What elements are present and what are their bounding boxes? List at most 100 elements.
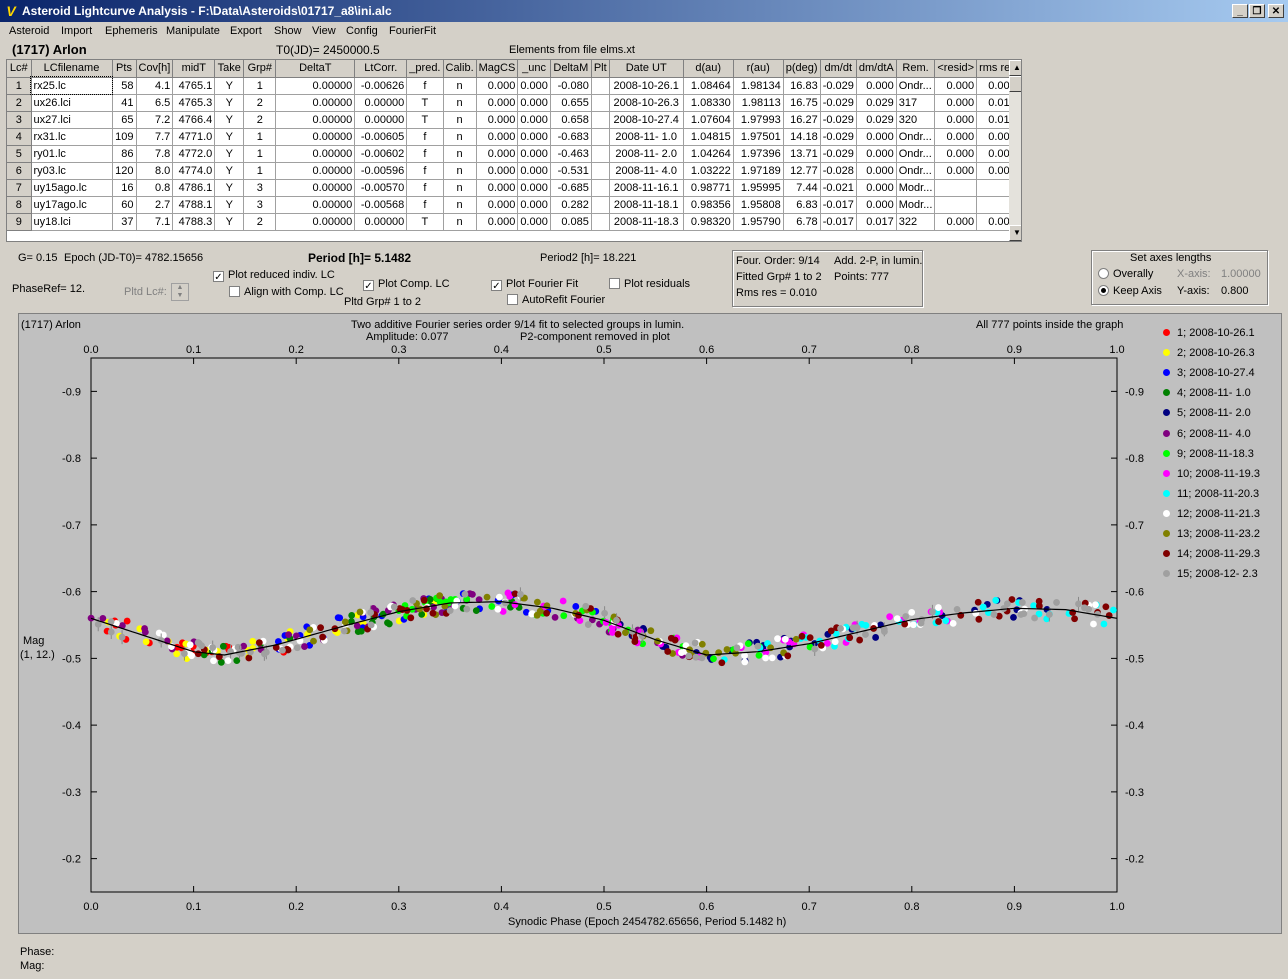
table-cell[interactable]: 0.98356 bbox=[683, 196, 734, 214]
table-cell[interactable]: 0.000 bbox=[934, 111, 978, 129]
table-cell[interactable]: 4766.4 bbox=[172, 111, 216, 129]
menu-show[interactable]: Show bbox=[274, 25, 302, 37]
table-cell[interactable]: 109 bbox=[112, 128, 137, 146]
menu-asteroid[interactable]: Asteroid bbox=[9, 25, 49, 37]
table-cell[interactable]: 1.95995 bbox=[733, 179, 784, 197]
table-cell[interactable]: 0.00000 bbox=[275, 128, 356, 146]
scroll-down-icon[interactable]: ▼ bbox=[1009, 225, 1021, 241]
table-cell[interactable]: 0.029 bbox=[856, 111, 897, 129]
table-cell[interactable]: 2.7 bbox=[136, 196, 174, 214]
table-cell[interactable]: 2 bbox=[243, 94, 277, 112]
table-cell[interactable]: 0.000 bbox=[934, 128, 978, 146]
table-cell[interactable]: 16.83 bbox=[783, 77, 821, 95]
table-cell[interactable] bbox=[591, 128, 610, 146]
table-cell[interactable]: 4765.1 bbox=[172, 77, 216, 95]
table-cell[interactable] bbox=[591, 77, 610, 95]
table-cell[interactable]: Modr... bbox=[896, 179, 936, 197]
table-cell[interactable]: 2008-11-18.1 bbox=[609, 196, 684, 214]
table-cell[interactable]: Y bbox=[214, 162, 245, 180]
column-header[interactable]: Rem. bbox=[896, 60, 936, 78]
x-axis-value[interactable]: 1.00000 bbox=[1221, 268, 1261, 280]
table-cell[interactable]: 0.000 bbox=[517, 111, 551, 129]
autorefit-checkbox[interactable]: AutoRefit Fourier bbox=[507, 294, 605, 306]
table-cell[interactable]: Y bbox=[214, 77, 245, 95]
table-cell[interactable]: 7.7 bbox=[136, 128, 174, 146]
table-cell[interactable]: 0.00000 bbox=[354, 213, 408, 231]
table-cell[interactable]: -0.00602 bbox=[354, 145, 408, 163]
column-header[interactable]: DeltaT bbox=[275, 60, 356, 78]
table-cell[interactable]: 1.97501 bbox=[733, 128, 784, 146]
table-cell[interactable]: Y bbox=[214, 128, 245, 146]
table-cell[interactable]: 0.00000 bbox=[275, 77, 356, 95]
radio-icon[interactable] bbox=[1098, 268, 1109, 279]
table-cell[interactable]: 0.017 bbox=[856, 213, 897, 231]
table-cell[interactable]: -0.683 bbox=[550, 128, 592, 146]
table-cell[interactable]: 60 bbox=[112, 196, 137, 214]
column-header[interactable]: MagCS bbox=[476, 60, 519, 78]
table-cell[interactable]: 0.000 bbox=[856, 196, 897, 214]
table-cell[interactable]: f bbox=[406, 162, 444, 180]
table-cell[interactable]: Y bbox=[214, 213, 245, 231]
table-cell[interactable]: Ondr... bbox=[896, 162, 936, 180]
overall-radio[interactable]: Overally bbox=[1098, 268, 1153, 280]
table-cell[interactable]: n bbox=[443, 145, 477, 163]
table-cell[interactable]: 1.97189 bbox=[733, 162, 784, 180]
table-cell[interactable]: 0.000 bbox=[517, 77, 551, 95]
table-cell[interactable]: -0.017 bbox=[820, 196, 857, 214]
table-cell[interactable]: 4788.3 bbox=[172, 213, 216, 231]
column-header[interactable]: Pts bbox=[112, 60, 137, 78]
table-cell[interactable]: -0.00570 bbox=[354, 179, 408, 197]
table-cell[interactable]: 0.000 bbox=[517, 128, 551, 146]
table-cell[interactable]: 0.000 bbox=[476, 145, 519, 163]
table-cell[interactable]: 0.000 bbox=[476, 128, 519, 146]
table-cell[interactable]: ry03.lc bbox=[31, 162, 113, 180]
table-cell[interactable]: 0.000 bbox=[476, 94, 519, 112]
table-cell[interactable]: 4.1 bbox=[136, 77, 174, 95]
check-icon[interactable] bbox=[229, 286, 240, 297]
table-cell[interactable]: 1.04264 bbox=[683, 145, 734, 163]
table-scrollbar[interactable]: ▲ ▼ bbox=[1009, 60, 1021, 241]
table-cell[interactable]: -0.029 bbox=[820, 128, 857, 146]
table-cell[interactable]: 0.00000 bbox=[275, 196, 356, 214]
table-cell[interactable]: 0.000 bbox=[934, 77, 978, 95]
table-cell[interactable]: -0.00626 bbox=[354, 77, 408, 95]
table-cell[interactable]: 7.8 bbox=[136, 145, 174, 163]
table-cell[interactable] bbox=[934, 179, 978, 197]
check-icon[interactable]: ✓ bbox=[213, 271, 224, 283]
table-cell[interactable]: Ondr... bbox=[896, 128, 936, 146]
table-cell[interactable]: 14.18 bbox=[783, 128, 821, 146]
table-cell[interactable]: 6.78 bbox=[783, 213, 821, 231]
table-cell[interactable]: 0.000 bbox=[856, 145, 897, 163]
column-header[interactable]: Lc# bbox=[7, 60, 32, 78]
table-cell[interactable]: 7.1 bbox=[136, 213, 174, 231]
table-cell[interactable]: 1.97993 bbox=[733, 111, 784, 129]
table-cell[interactable]: 8.0 bbox=[136, 162, 174, 180]
table-cell[interactable]: 0.000 bbox=[517, 213, 551, 231]
column-header[interactable]: Take bbox=[214, 60, 245, 78]
table-cell[interactable]: 0.00000 bbox=[354, 111, 408, 129]
table-cell[interactable]: Y bbox=[214, 179, 245, 197]
table-cell[interactable] bbox=[934, 196, 978, 214]
table-cell[interactable]: 0.000 bbox=[517, 196, 551, 214]
table-cell[interactable]: ux27.lci bbox=[31, 111, 113, 129]
table-cell[interactable]: ux26.lci bbox=[31, 94, 113, 112]
table-cell[interactable]: 4788.1 bbox=[172, 196, 216, 214]
table-cell[interactable]: Y bbox=[214, 196, 245, 214]
table-cell[interactable]: 2008-11-16.1 bbox=[609, 179, 684, 197]
table-cell[interactable]: 4765.3 bbox=[172, 94, 216, 112]
table-cell[interactable]: -0.029 bbox=[820, 145, 857, 163]
table-cell[interactable]: rx31.lc bbox=[31, 128, 113, 146]
check-icon[interactable] bbox=[507, 294, 518, 305]
table-cell[interactable]: 322 bbox=[896, 213, 936, 231]
column-header[interactable]: _pred. bbox=[406, 60, 444, 78]
table-cell[interactable]: 0.98320 bbox=[683, 213, 734, 231]
table-cell[interactable]: n bbox=[443, 179, 477, 197]
table-cell[interactable]: 16 bbox=[112, 179, 137, 197]
table-cell[interactable]: 58 bbox=[112, 77, 137, 95]
table-cell[interactable]: 0.000 bbox=[476, 179, 519, 197]
column-header[interactable]: _unc bbox=[517, 60, 551, 78]
table-cell[interactable]: 0.282 bbox=[550, 196, 592, 214]
table-row[interactable]: 1 rx25.lc 58 4.1 4765.1 Y 1 0.00000 -0.00626 f n 0.… bbox=[7, 76, 1019, 95]
table-cell[interactable]: T bbox=[406, 213, 444, 231]
table-cell[interactable]: 1.08330 bbox=[683, 94, 734, 112]
